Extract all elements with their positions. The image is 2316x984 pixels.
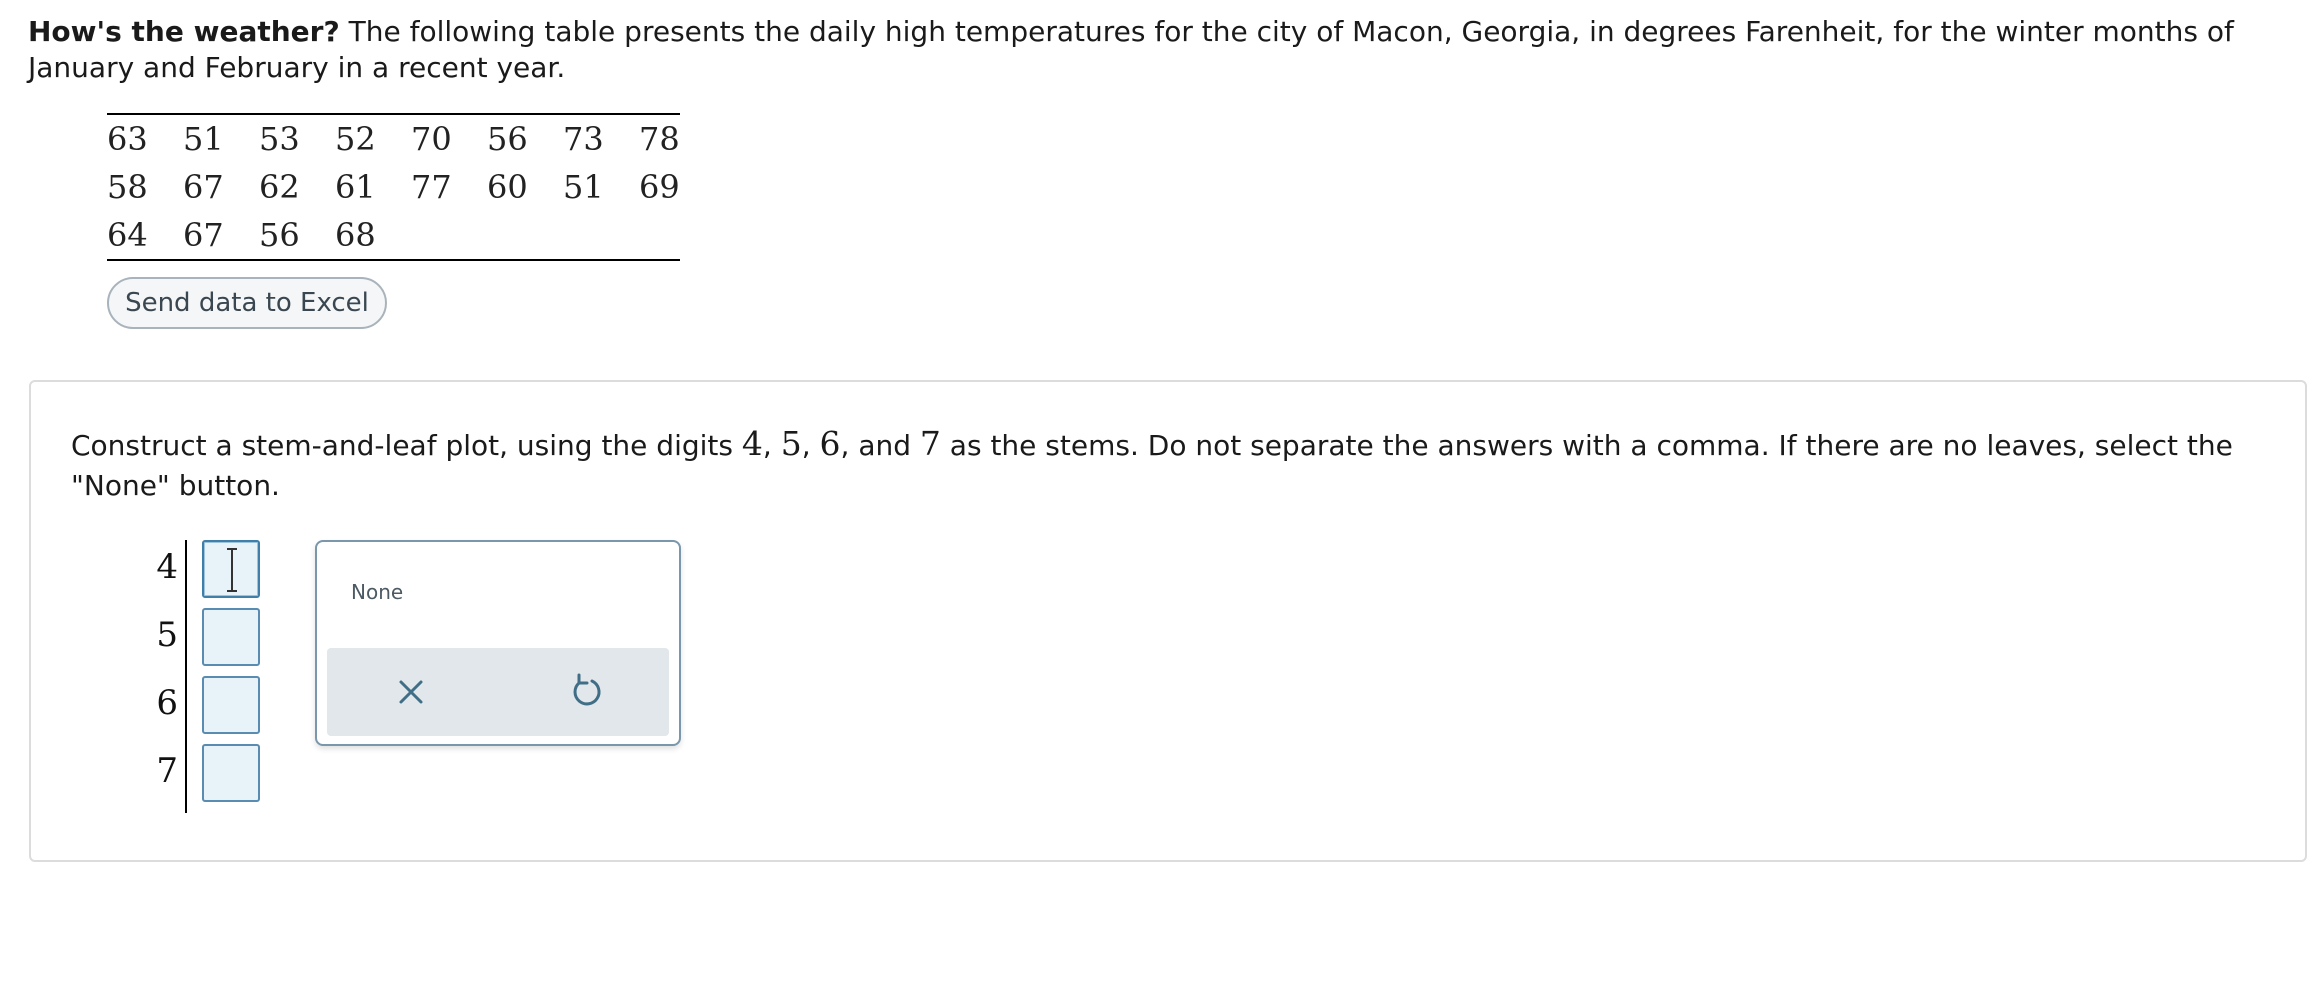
prompt-separator: , [762,429,781,462]
table-cell: 51 [563,168,604,206]
stem-divider [185,540,187,813]
leaf-input-7[interactable] [202,744,260,802]
table-cell [563,211,639,260]
table-cell: 58 [107,168,148,206]
leaf-input-6[interactable] [202,676,260,734]
table-cell: 69 [639,168,680,206]
table-row: 58 67 62 61 77 60 51 69 [107,163,680,211]
stem-digit: 5 [780,424,802,463]
table-cell: 51 [183,120,224,158]
stem-label: 4 [156,547,178,587]
prompt-separator: , and [840,429,920,462]
table-cell: 70 [411,120,452,158]
close-icon [399,680,423,704]
table-row: 63 51 53 52 70 56 73 78 [107,114,680,163]
answer-palette: None [315,540,681,746]
table-cell: 56 [259,216,300,254]
table-cell [487,211,563,260]
table-cell: 78 [639,120,680,158]
problem-description: The following table presents the daily h… [28,15,2234,84]
action-bar [327,648,669,736]
stem-label: 7 [156,751,178,791]
table-cell: 61 [335,168,376,206]
question-prompt: Construct a stem-and-leaf plot, using th… [71,424,2271,506]
leaf-input-5[interactable] [202,608,260,666]
text-cursor-icon [227,548,237,592]
send-to-excel-button[interactable]: Send data to Excel [107,277,387,329]
prompt-separator: , [801,429,820,462]
table-cell: 53 [259,120,300,158]
table-cell: 52 [335,120,376,158]
question-card: Construct a stem-and-leaf plot, using th… [29,380,2307,862]
stem-label: 5 [156,615,178,655]
table-cell: 56 [487,120,528,158]
table-cell: 67 [183,168,224,206]
table-cell: 68 [335,216,376,254]
table-cell: 73 [563,120,604,158]
table-cell: 60 [487,168,528,206]
temperature-table: 63 51 53 52 70 56 73 78 58 67 62 61 77 6… [107,113,680,261]
table-cell: 62 [259,168,300,206]
table-row: 64 67 56 68 [107,211,680,260]
table-cell: 67 [183,216,224,254]
stem-digit: 6 [819,424,841,463]
table-cell: 77 [411,168,452,206]
clear-button[interactable] [391,672,431,712]
stem-digit: 7 [919,424,941,463]
undo-icon [573,673,601,706]
problem-title: How's the weather? [28,15,340,48]
none-button[interactable]: None [351,580,403,604]
table-cell [639,211,680,260]
table-cell [411,211,487,260]
prompt-text: Construct a stem-and-leaf plot, using th… [71,429,742,462]
stem-label: 6 [156,683,178,723]
problem-intro: How's the weather? The following table p… [28,14,2288,86]
stem-and-leaf-plot: 4 5 6 7 [150,540,300,813]
table-cell: 63 [107,120,148,158]
table-cell: 64 [107,216,148,254]
undo-button[interactable] [565,672,605,712]
stem-digit: 4 [741,424,763,463]
leaf-input-4[interactable] [202,540,260,598]
